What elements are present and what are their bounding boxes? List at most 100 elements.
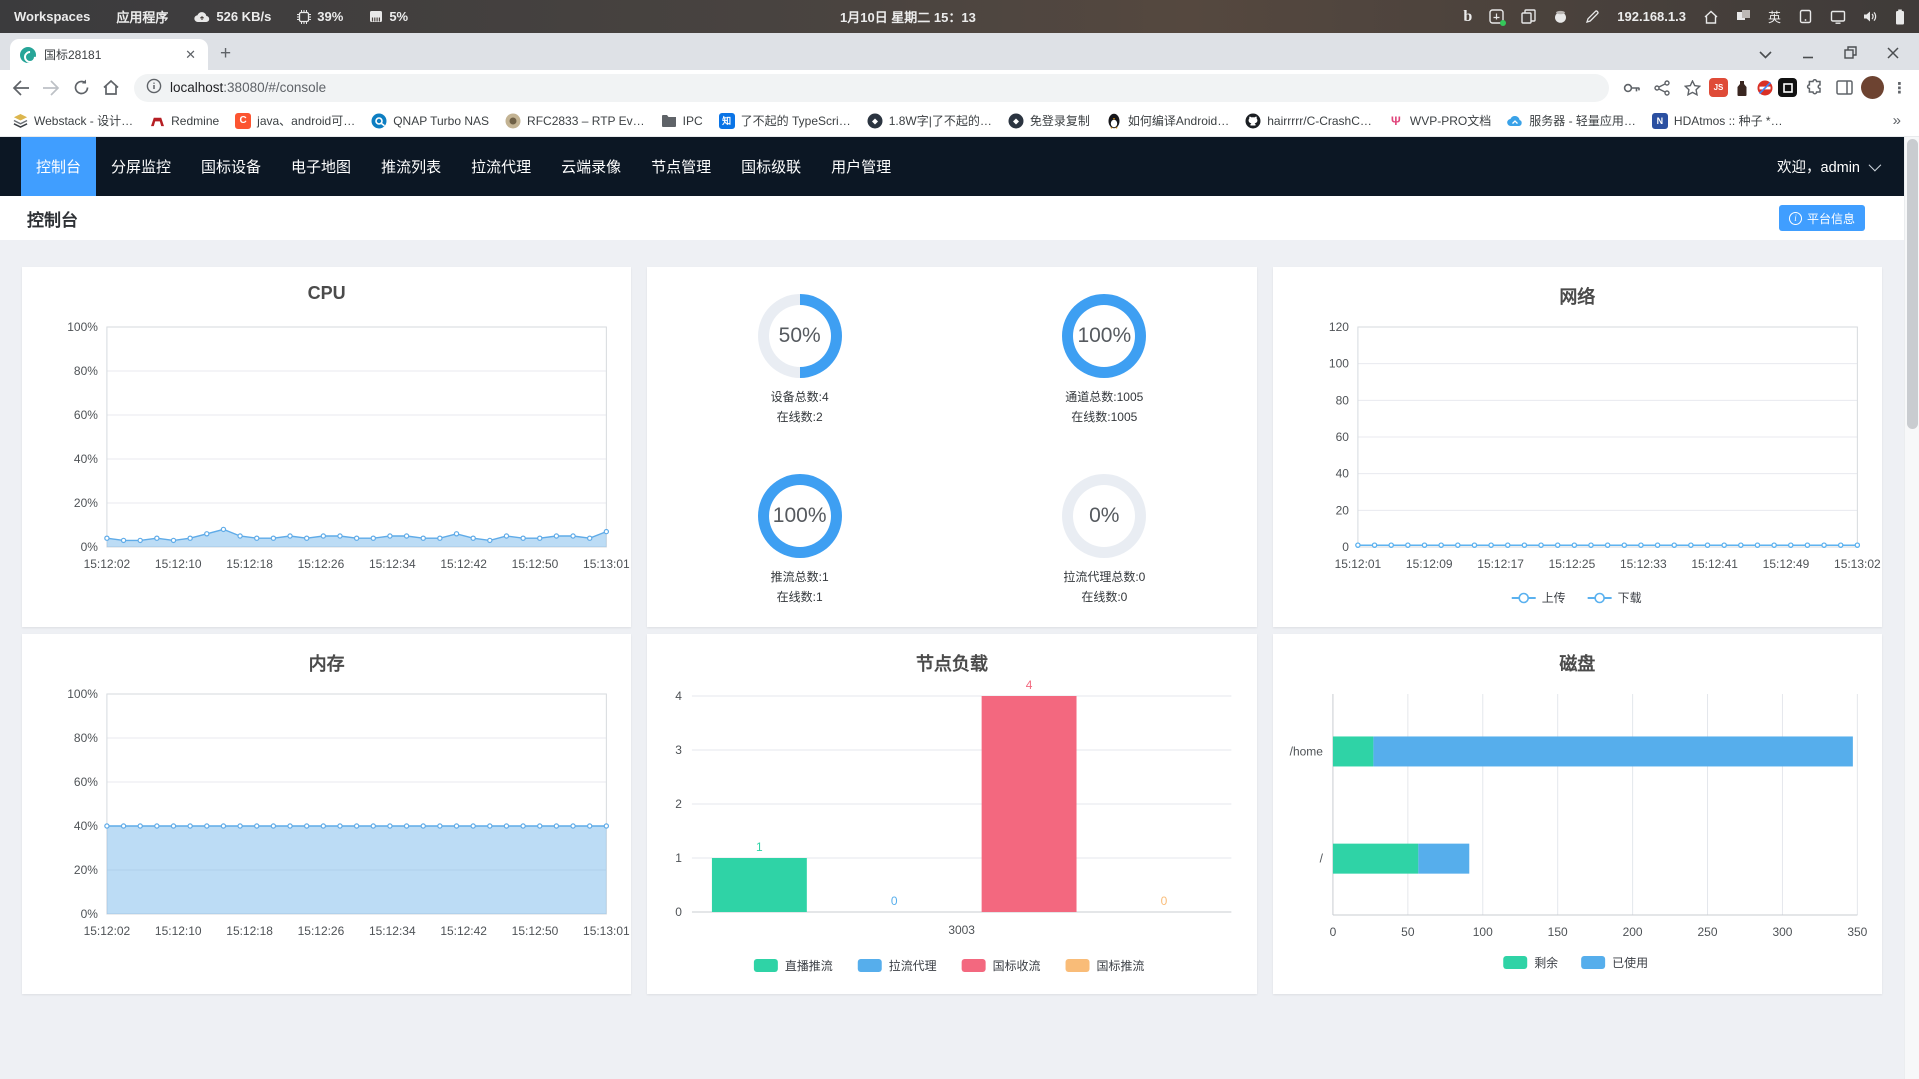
extensions-puzzle-icon[interactable] (1801, 75, 1827, 101)
page-header: 控制台 i 平台信息 (0, 196, 1904, 240)
svg-text:20%: 20% (74, 496, 98, 510)
app-tray-icon[interactable] (1489, 9, 1507, 26)
svg-text:15:12:26: 15:12:26 (298, 557, 345, 571)
battery-icon[interactable] (1895, 9, 1905, 25)
bookmark-copy-tool[interactable]: 免登录复制 (1008, 112, 1090, 129)
window-close-button[interactable] (1887, 46, 1899, 62)
profile-avatar[interactable] (1861, 76, 1884, 99)
extension-js-icon[interactable]: JS (1709, 78, 1728, 97)
ip-address[interactable]: 192.168.1.3 (1617, 9, 1686, 24)
svg-text:15:13:01: 15:13:01 (583, 557, 630, 571)
svg-text:100: 100 (1472, 925, 1492, 939)
nav-item-gb-cascade[interactable]: 国标级联 (726, 137, 816, 196)
tab-search-chevron-icon[interactable] (1759, 47, 1772, 62)
screen: Workspaces 应用程序 526 KB/s 39% 5% 1月10日 星期… (0, 0, 1919, 1079)
svg-text:0: 0 (1161, 894, 1168, 908)
back-button[interactable] (8, 75, 34, 101)
nav-item-user-manage[interactable]: 用户管理 (816, 137, 906, 196)
extension-blocker-icon[interactable] (1755, 78, 1774, 97)
clipboard-tray-icon[interactable] (1521, 9, 1536, 24)
tab-close-icon[interactable]: ✕ (183, 47, 198, 63)
forward-button[interactable] (38, 75, 64, 101)
cloud-icon (1507, 113, 1523, 129)
browser-menu-icon[interactable]: ⋮ (1888, 79, 1911, 97)
home-tray-icon[interactable] (1703, 10, 1719, 24)
scrollbar-thumb[interactable] (1907, 139, 1918, 429)
window-minimize-button[interactable] (1802, 47, 1814, 62)
screen-rotate-icon[interactable] (1798, 9, 1813, 24)
bookmark-article[interactable]: 1.8W字|了不起的… (867, 112, 992, 129)
user-menu[interactable]: 欢迎，admin (1777, 156, 1882, 177)
nav-item-cloud-record[interactable]: 云端录像 (546, 137, 636, 196)
bookmark-zhihu-typescript[interactable]: 知 了不起的 TypeScri… (718, 112, 851, 129)
nav-item-push-list[interactable]: 推流列表 (366, 137, 456, 196)
notification-dot (1500, 20, 1507, 26)
os-top-bar: Workspaces 应用程序 526 KB/s 39% 5% 1月10日 星期… (0, 0, 1919, 33)
bookmark-redmine[interactable]: Redmine (149, 113, 219, 129)
svg-text:0: 0 (891, 894, 898, 908)
bookmark-folder-ipc[interactable]: IPC (661, 113, 703, 129)
redmine-icon (149, 113, 165, 129)
extension-dark-square-icon[interactable] (1778, 78, 1797, 97)
bookmarks-overflow-chevron[interactable]: » (1893, 112, 1907, 129)
address-bar[interactable]: localhost:38080/#/console (134, 73, 1609, 102)
bookmark-csdn[interactable]: C java、android可… (235, 112, 355, 129)
svg-text:60: 60 (1335, 430, 1349, 444)
nav-item-split-monitor[interactable]: 分屏监控 (96, 137, 186, 196)
svg-text:40: 40 (1335, 467, 1349, 481)
bookmark-github-crash[interactable]: hairrrrr/C-CrashC… (1245, 113, 1372, 129)
bookmark-qnap[interactable]: QNAP Turbo NAS (371, 113, 489, 129)
nav-item-node-manage[interactable]: 节点管理 (636, 137, 726, 196)
main-nav: 控制台 分屏监控 国标设备 电子地图 推流列表 拉流代理 云端录像 节点管理 国… (0, 137, 1904, 196)
password-key-icon[interactable] (1619, 75, 1645, 101)
svg-text:国标收流: 国标收流 (993, 959, 1041, 973)
new-tab-button[interactable]: + (220, 43, 231, 65)
bookmark-star-icon[interactable] (1679, 75, 1705, 101)
bing-tray-icon[interactable]: b (1463, 8, 1472, 26)
svg-text:15:12:41: 15:12:41 (1691, 557, 1738, 571)
svg-text:150: 150 (1547, 925, 1567, 939)
memory-icon (369, 10, 383, 23)
bookmark-rfc2833[interactable]: RFC2833 – RTP Ev… (505, 113, 645, 129)
sidebar-toggle-icon[interactable] (1831, 75, 1857, 101)
svg-text:15:13:01: 15:13:01 (583, 924, 630, 938)
nav-item-gb-devices[interactable]: 国标设备 (186, 137, 276, 196)
svg-text:15:12:02: 15:12:02 (84, 924, 131, 938)
nav-item-console[interactable]: 控制台 (21, 137, 97, 196)
windows-tray-icon[interactable] (1736, 9, 1751, 24)
svg-text:1: 1 (676, 851, 683, 865)
svg-text:100%: 100% (67, 687, 98, 701)
bookmark-android-build[interactable]: 如何编译Android… (1106, 112, 1229, 129)
info-icon: i (1788, 211, 1802, 225)
bookmark-hdatmos[interactable]: N HDAtmos :: 种子 *… (1651, 112, 1783, 129)
mug-tray-icon[interactable] (1553, 9, 1568, 24)
clock[interactable]: 1月10日 星期二 15：13 (840, 0, 976, 33)
applications-button[interactable]: 应用程序 (116, 7, 168, 26)
bookmark-wvp-docs[interactable]: Ψ WVP-PRO文档 (1388, 112, 1491, 129)
window-restore-button[interactable] (1844, 46, 1857, 62)
extension-bottle-icon[interactable] (1732, 78, 1751, 97)
nav-item-map[interactable]: 电子地图 (276, 137, 366, 196)
hdatmos-icon: N (1651, 112, 1668, 129)
bookmark-webstack[interactable]: Webstack - 设计… (12, 112, 133, 129)
svg-text:0%: 0% (81, 907, 99, 921)
nav-item-pull-proxy[interactable]: 拉流代理 (456, 137, 546, 196)
input-method-indicator[interactable]: 英 (1768, 7, 1781, 26)
bookmark-cloud-server[interactable]: 服务器 - 轻量应用… (1507, 112, 1636, 129)
browser-tab[interactable]: 国标28181 ✕ (10, 39, 208, 70)
svg-text:100%: 100% (67, 320, 98, 334)
volume-icon[interactable] (1863, 10, 1878, 23)
pen-tray-icon[interactable] (1585, 9, 1600, 24)
svg-text:80: 80 (1335, 393, 1349, 407)
svg-text:1: 1 (756, 840, 763, 854)
site-info-icon[interactable] (146, 78, 162, 97)
share-icon[interactable] (1649, 75, 1675, 101)
home-button[interactable] (98, 75, 124, 101)
svg-text:15:12:18: 15:12:18 (226, 557, 273, 571)
disk-card: 磁盘 0 50 100 150 200 250 300 350/home / 剩余 已使用 (1272, 634, 1882, 994)
display-tray-icon[interactable] (1830, 10, 1846, 24)
reload-button[interactable] (68, 75, 94, 101)
workspaces-button[interactable]: Workspaces (14, 9, 90, 24)
page-scrollbar[interactable] (1904, 137, 1919, 1079)
platform-info-button[interactable]: i 平台信息 (1778, 205, 1865, 231)
